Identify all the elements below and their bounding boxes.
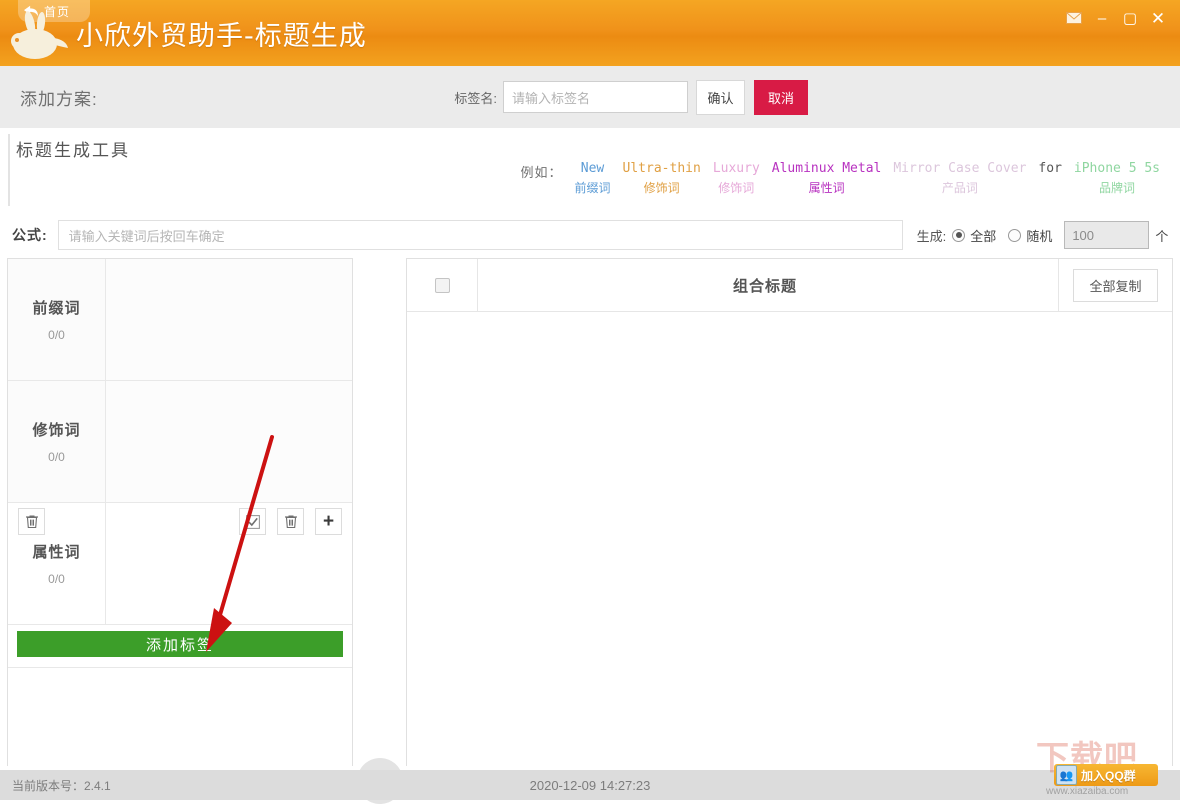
- example-en-1: Ultra-thin: [622, 161, 701, 176]
- word-group-category-modifier: 修饰词 0/0: [8, 381, 106, 502]
- delete-group-button[interactable]: [18, 508, 45, 535]
- trash-icon: [25, 515, 38, 529]
- example-en-5: for: [1038, 161, 1062, 176]
- word-group-body-modifier[interactable]: [106, 381, 352, 502]
- example-en-4: Mirror Case Cover: [893, 161, 1027, 176]
- combined-titles-panel: 组合标题 全部复制: [406, 258, 1173, 767]
- tag-name-input[interactable]: 请输入标签名: [503, 81, 688, 113]
- combined-titles-list[interactable]: [407, 312, 1172, 767]
- example-en-2: Luxury: [712, 161, 760, 176]
- add-word-button[interactable]: +: [315, 508, 342, 535]
- rabbit-logo-icon: [11, 11, 68, 59]
- formula-label: 公式:: [12, 227, 48, 243]
- app-title: 小欣外贸助手-标题生成: [76, 21, 367, 52]
- select-all-checkbox[interactable]: [434, 277, 450, 293]
- word-groups-panel: 前缀词 0/0 修饰词 0/0 属性词 0/0 + 添加标签: [7, 258, 353, 766]
- combined-titles-title: 组合标题: [732, 277, 797, 295]
- check-square-icon: [245, 514, 260, 529]
- word-group-row-attribute: 属性词 0/0 +: [8, 503, 352, 625]
- example-cn-0: 前缀词: [574, 181, 611, 195]
- example-item-2: Luxury 修饰词: [713, 160, 760, 198]
- example-cn-2: 修饰词: [718, 181, 755, 195]
- main-area: 前缀词 0/0 修饰词 0/0 属性词 0/0 + 添加标签 组合标题 全部复制: [0, 258, 1180, 804]
- word-group-name: 属性词: [32, 544, 81, 561]
- example-item-4: Mirror Case Cover 产品词: [893, 160, 1026, 198]
- add-plan-inner: 添加方案: 标签名: 请输入标签名 确认 取消: [8, 70, 1172, 124]
- word-group-count: 0/0: [48, 328, 65, 342]
- mail-icon[interactable]: [1060, 6, 1088, 30]
- word-group-count: 0/0: [48, 572, 65, 586]
- radio-random[interactable]: 随机: [1008, 226, 1052, 245]
- random-count-input[interactable]: 100: [1064, 221, 1150, 249]
- close-button[interactable]: ✕: [1144, 6, 1172, 30]
- word-group-row-modifier: 修饰词 0/0: [8, 381, 352, 503]
- add-plan-bar: 添加方案: 标签名: 请输入标签名 确认 取消: [0, 66, 1180, 129]
- example-cn-6: 品牌词: [1098, 181, 1135, 195]
- example-en-0: New: [580, 161, 605, 176]
- generate-label: 生成:: [916, 228, 947, 244]
- maximize-button[interactable]: ▢: [1116, 6, 1144, 30]
- count-unit-label: 个: [1155, 228, 1169, 244]
- select-all-cell[interactable]: [407, 259, 478, 311]
- cancel-button[interactable]: 取消: [754, 79, 808, 115]
- delete-words-button[interactable]: [277, 508, 304, 535]
- example-item-5: for —: [1038, 160, 1061, 198]
- select-all-words-button[interactable]: [239, 508, 266, 535]
- formula-input[interactable]: 请输入关键词后按回车确定: [57, 220, 903, 250]
- mail-glyph: [1066, 12, 1082, 24]
- word-group-count: 0/0: [48, 450, 65, 464]
- radio-all-label: 全部: [970, 228, 997, 244]
- example-item-0: New 前缀词: [575, 160, 611, 198]
- word-group-body-prefix[interactable]: [106, 259, 352, 380]
- trash-icon: [284, 515, 297, 529]
- example-cn-3: 属性词: [808, 181, 845, 195]
- clock-label: 2020-12-09 14:27:23: [529, 777, 651, 793]
- add-tag-button[interactable]: 添加标签: [17, 631, 343, 657]
- status-bar: 当前版本号：2.4.1 2020-12-09 14:27:23: [0, 770, 1180, 800]
- example-item-6: iPhone 5 5s 品牌词: [1074, 160, 1160, 198]
- radio-random-label: 随机: [1026, 228, 1053, 244]
- example-item-3: Aluminux Metal 属性词: [772, 160, 882, 198]
- plus-icon: +: [322, 511, 335, 532]
- example-legend: 例如： New 前缀词 Ultra-thin 修饰词 Luxury 修饰词 Al…: [521, 160, 1173, 198]
- section-accent-bar: [8, 134, 10, 206]
- tool-section-title: 标题生成工具: [16, 141, 130, 160]
- formula-row: 公式: 请输入关键词后按回车确定 生成: 全部 随机 100 个: [0, 212, 1180, 258]
- word-groups-empty-area: [8, 667, 352, 766]
- window-controls: – ▢ ✕: [1060, 6, 1172, 30]
- tag-name-label: 标签名:: [454, 90, 497, 106]
- combined-titles-header: 组合标题 全部复制: [407, 259, 1172, 312]
- add-plan-title: 添加方案:: [20, 89, 98, 109]
- word-group-name: 修饰词: [32, 422, 81, 439]
- example-en-3: Aluminux Metal: [771, 161, 882, 176]
- word-group-name: 前缀词: [32, 300, 81, 317]
- confirm-button[interactable]: 确认: [696, 79, 745, 115]
- tag-name-group: 标签名: 请输入标签名 确认 取消: [454, 70, 808, 124]
- radio-all[interactable]: 全部: [952, 226, 996, 245]
- copy-all-cell: 全部复制: [1058, 259, 1172, 311]
- example-item-1: Ultra-thin 修饰词: [623, 160, 701, 198]
- word-group-category-prefix: 前缀词 0/0: [8, 259, 106, 380]
- example-cn-1: 修饰词: [643, 181, 680, 195]
- example-cn-4: 产品词: [941, 181, 978, 195]
- example-en-6: iPhone 5 5s: [1073, 161, 1160, 176]
- copy-all-button[interactable]: 全部复制: [1073, 268, 1158, 302]
- generate-options: 生成: 全部 随机 100 个: [916, 221, 1169, 249]
- radio-random-dot: [1008, 228, 1022, 242]
- word-group-row-prefix: 前缀词 0/0: [8, 259, 352, 381]
- tool-section: 标题生成工具 例如： New 前缀词 Ultra-thin 修饰词 Luxury…: [0, 128, 1180, 212]
- title-bar: 首页 小欣外贸助手-标题生成 – ▢ ✕: [0, 0, 1180, 66]
- minimize-button[interactable]: –: [1088, 6, 1116, 30]
- example-label: 例如：: [520, 165, 563, 180]
- word-group-row-tools: +: [239, 508, 342, 535]
- radio-all-dot: [952, 228, 966, 242]
